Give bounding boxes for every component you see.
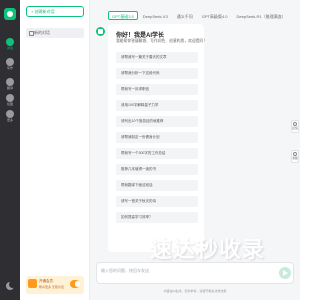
suggestion-item[interactable]: 帮我写一个300字的工作总结 (116, 148, 198, 159)
vip-icon (28, 279, 37, 288)
pen-icon (6, 58, 14, 66)
chat-input[interactable] (101, 266, 251, 274)
rail-item-label: 翻译 (6, 86, 13, 90)
rail-item-draw[interactable]: 绘图 (0, 92, 20, 108)
rail-item-write[interactable]: 写作 (0, 56, 20, 72)
chat-input-box (96, 262, 294, 284)
ai-avatar-icon (96, 27, 105, 36)
suggestion-item[interactable]: 请帮我分析一下这段代码 (116, 68, 198, 79)
suggestion-item[interactable]: 请列出10个旅游目的地推荐 (116, 116, 198, 127)
rail-item-label: 写作 (6, 66, 13, 70)
suggestion-item[interactable]: 请写一首关于秋天的诗 (116, 196, 198, 207)
suggestion-item[interactable]: 帮我翻译下面这段话 (116, 180, 198, 191)
rail-item-label: 绘图 (6, 102, 13, 106)
suggestion-item[interactable]: 请帮我写一篇关于春天的文章 (116, 52, 198, 63)
promo-toggle[interactable] (70, 280, 80, 288)
model-tabs: GPT基础3.5 DeepSeek-V3 通义千问 GPT高级版4.0 DeepSeek… (108, 5, 294, 20)
membership-promo[interactable]: 开通会员 畅享更多 无限对话 (26, 276, 84, 294)
feedback-label: 反馈 (292, 126, 298, 130)
welcome-card: 你好！我是AI学长 我能帮你答疑解惑、写作润色、创意构思，欢迎提问！ 请帮我写一… (108, 24, 208, 252)
app-logo-icon (4, 8, 16, 20)
tab-deepseek-v3[interactable]: DeepSeek-V3 (139, 11, 172, 20)
rail-item-chat[interactable]: 对话 (0, 36, 20, 52)
tab-gpt35[interactable]: GPT基础3.5 (108, 11, 138, 20)
suggestion-item[interactable]: 帮我写一封求职信 (116, 84, 198, 95)
rail-item-more[interactable]: 更多 (0, 108, 20, 124)
suggestion-item[interactable]: 推荐几本值得一读的书 (116, 164, 198, 175)
welcome-subtitle: 我能帮你答疑解惑、写作润色、创意构思，欢迎提问！ (116, 39, 208, 43)
new-chat-button[interactable]: + 创建新对话 (26, 6, 84, 17)
chat-icon (6, 38, 14, 46)
chat-main: GPT基础3.5 DeepSeek-V3 通义千问 GPT高级版4.0 DeepSeek… (90, 0, 300, 300)
customer-service-label: 客服 (292, 156, 298, 160)
promo-title: 开通会员 (39, 279, 53, 283)
send-button[interactable] (279, 267, 291, 279)
image-icon (6, 94, 14, 102)
rail-item-translate[interactable]: 翻译 (0, 76, 20, 92)
suggestion-item[interactable]: 请用100字解释量子力学 (116, 100, 198, 111)
suggestion-item[interactable]: 请帮我制定一份健身计划 (116, 132, 198, 143)
icon-rail: 对话 写作 翻译 绘图 更多 (0, 0, 20, 300)
rail-item-label: 更多 (6, 118, 13, 122)
tab-qwen[interactable]: 通义千问 (173, 11, 197, 20)
welcome-title: 你好！我是AI学长 (116, 33, 165, 39)
disclaimer-text: 内容由AI生成，仅供参考，请遵守相关法律法规 (163, 289, 227, 293)
conversation-item[interactable]: 新的对话 (26, 28, 84, 38)
rail-item-label: 对话 (6, 46, 13, 50)
grid-icon (6, 110, 14, 118)
dark-mode-icon[interactable] (6, 281, 16, 290)
conversation-sidebar: + 创建新对话 新的对话 开通会员 畅享更多 无限对话 (20, 0, 90, 300)
translate-icon (6, 78, 14, 86)
promo-subtitle: 畅享更多 无限对话 (39, 285, 64, 289)
feedback-button[interactable]: 反馈 (291, 120, 299, 133)
suggestion-item[interactable]: 如何提高学习效率？ (116, 212, 198, 223)
tab-deepseek-r1[interactable]: DeepSeek-R1（推理满血） (233, 11, 290, 20)
customer-service-button[interactable]: 客服 (291, 150, 299, 163)
tab-gpt4[interactable]: GPT高级版4.0 (198, 11, 232, 20)
